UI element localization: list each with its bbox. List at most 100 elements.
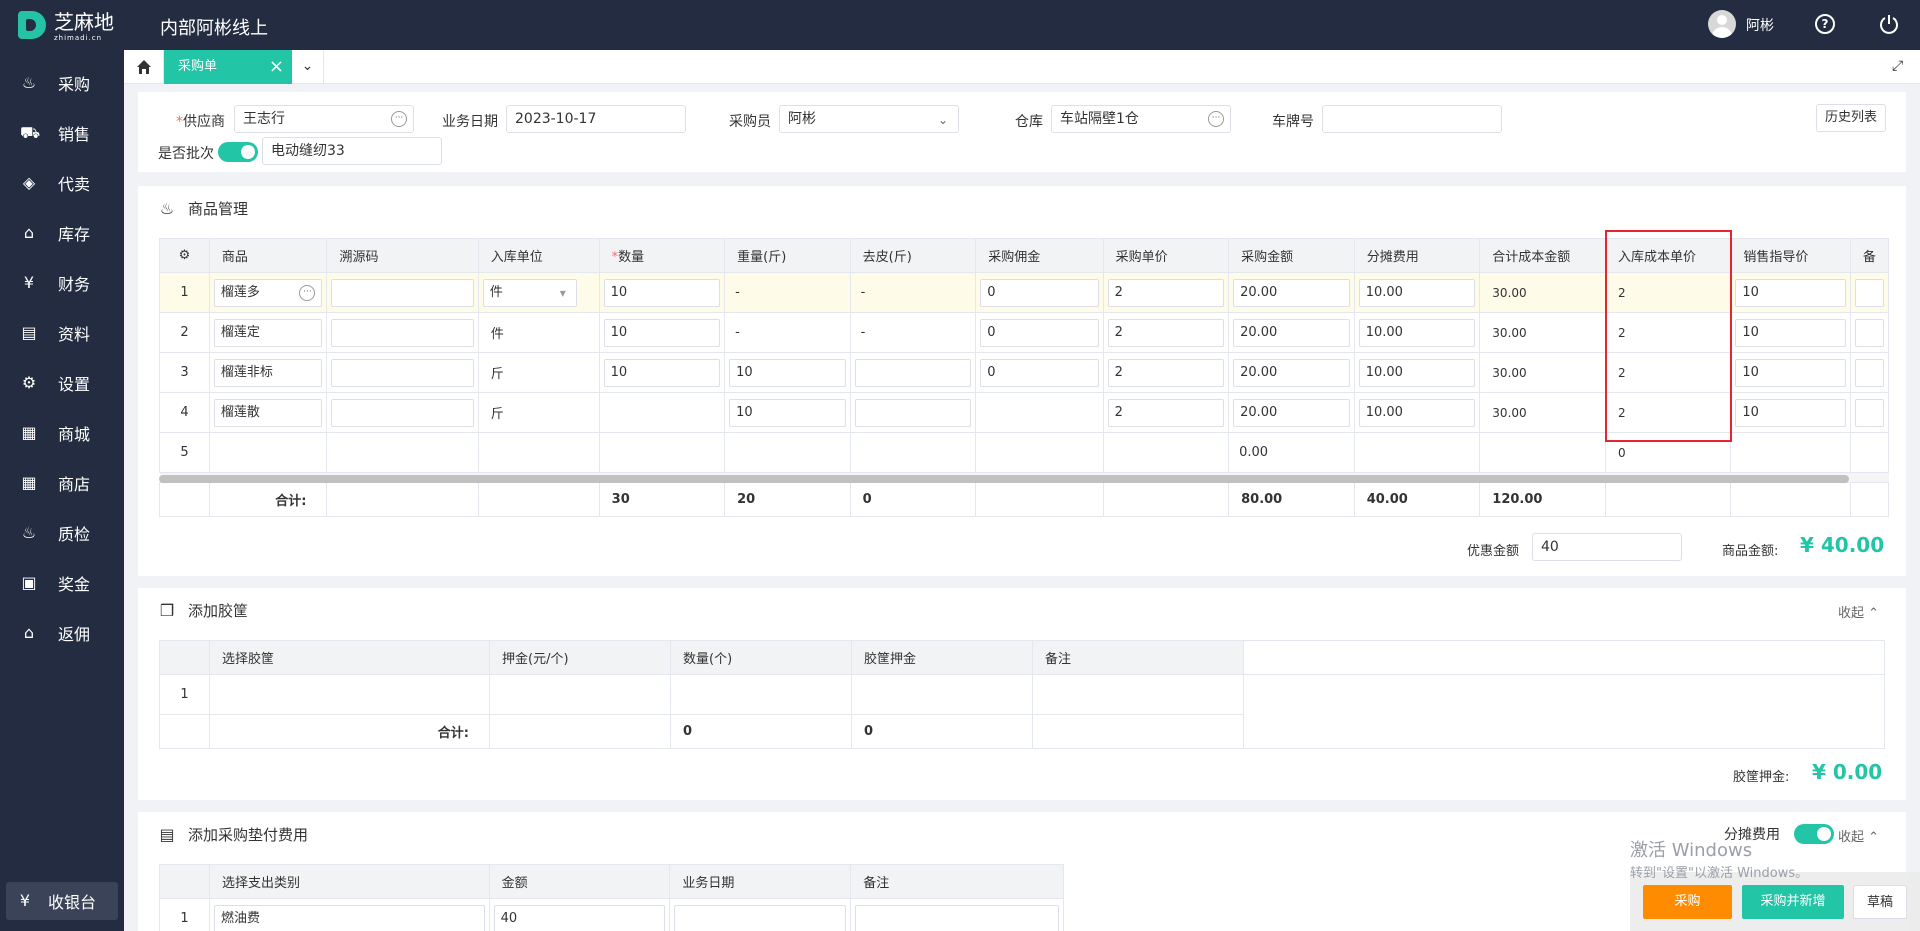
trace-code-field[interactable] bbox=[331, 358, 474, 387]
fee-amount-field[interactable]: 40 bbox=[493, 904, 666, 931]
purchase-button[interactable]: 采购 bbox=[1643, 885, 1732, 919]
trace-code-field[interactable] bbox=[331, 278, 474, 307]
column-header: 选择支出类别 bbox=[208, 864, 490, 899]
share-field[interactable]: 10.00 bbox=[1358, 278, 1476, 307]
sidebar-item-label: 资料 bbox=[58, 325, 91, 344]
share-field[interactable]: 10.00 bbox=[1358, 318, 1476, 347]
draft-button[interactable]: 草稿 bbox=[1853, 885, 1907, 919]
cashier-button[interactable]: ¥ 收银台 bbox=[6, 882, 118, 920]
fee-note-field[interactable] bbox=[855, 904, 1059, 931]
sidebar-item-settings[interactable]: ⚙ 设置 bbox=[0, 358, 124, 408]
column-header: 数量(个) bbox=[670, 640, 852, 675]
column-header: 重量(斤) bbox=[724, 238, 851, 273]
plate-field[interactable] bbox=[1322, 105, 1502, 133]
table-row[interactable]: 1 bbox=[159, 674, 1885, 749]
sidebar-item-data[interactable]: ▤ 资料 bbox=[0, 308, 124, 358]
box-icon: ❒ bbox=[159, 600, 175, 620]
sidebar-item-shop[interactable]: ▦ 商店 bbox=[0, 458, 124, 508]
product-field[interactable]: 榴莲非标 bbox=[213, 358, 323, 387]
amount-field[interactable]: 20.00 bbox=[1233, 358, 1350, 387]
batch-toggle[interactable] bbox=[218, 142, 258, 162]
date-field[interactable]: 2023-10-17 bbox=[506, 105, 686, 133]
sidebar-item-mall[interactable]: ▦ 商城 bbox=[0, 408, 124, 458]
fullscreen-icon[interactable]: ⤢ bbox=[1892, 58, 1908, 74]
table-row[interactable]: 1 燃油费 40 bbox=[159, 898, 1064, 931]
table-settings[interactable]: ⚙ bbox=[159, 238, 210, 273]
horizontal-scrollbar[interactable] bbox=[159, 475, 1849, 483]
amount-field[interactable]: 20.00 bbox=[1233, 278, 1350, 307]
more-icon[interactable]: ··· bbox=[1208, 111, 1224, 127]
expense-category-field[interactable]: 燃油费 bbox=[213, 904, 485, 931]
product-field[interactable]: 榴莲定 bbox=[213, 318, 323, 347]
tag-icon: ◈ bbox=[22, 173, 36, 192]
sidebar-item-stock[interactable]: ⌂ 库存 bbox=[0, 208, 124, 258]
share-fee-toggle[interactable] bbox=[1794, 824, 1834, 844]
sidebar-item-sales[interactable]: ⛟ 销售 bbox=[0, 108, 124, 158]
discount-field[interactable]: 40 bbox=[1532, 533, 1682, 561]
buyer-select[interactable]: 阿彬 ⌄ bbox=[779, 105, 959, 133]
commission-field[interactable]: 0 bbox=[980, 318, 1099, 347]
commission-field[interactable]: 0 bbox=[980, 358, 1099, 387]
tare-field[interactable] bbox=[854, 358, 972, 387]
table-row[interactable]: 3 榴莲非标 斤 10 10 0 2 20.00 10.00 30.00 2 1… bbox=[159, 352, 1890, 393]
user-name[interactable]: 阿彬 bbox=[1746, 15, 1774, 35]
guide-price-field[interactable]: 10 bbox=[1735, 278, 1846, 307]
weight-field[interactable]: 10 bbox=[729, 398, 846, 427]
qty-field[interactable]: 10 bbox=[603, 278, 721, 307]
sidebar-item-purchase[interactable]: ♨ 采购 bbox=[0, 58, 124, 108]
sidebar-item-bonus[interactable]: ▣ 奖金 bbox=[0, 558, 124, 608]
help-icon[interactable]: ? bbox=[1815, 14, 1835, 34]
chevron-down-icon[interactable]: ⌄ bbox=[292, 50, 324, 84]
home-icon[interactable] bbox=[124, 50, 164, 84]
qty-field[interactable]: 10 bbox=[603, 318, 721, 347]
close-icon[interactable]: × bbox=[269, 50, 284, 84]
unit-select[interactable]: 件 ▾ bbox=[482, 278, 577, 307]
sum-row: 合计: 30 20 0 80.00 40.00 120.00 bbox=[159, 482, 1890, 517]
tare-field[interactable] bbox=[854, 398, 972, 427]
table-row[interactable]: 1 榴莲多 ··· 件 ▾ 10 - - 0 2 20.00 10.00 30.00… bbox=[159, 272, 1890, 313]
weight-field[interactable]: 10 bbox=[729, 358, 846, 387]
amount-field[interactable]: 20.00 bbox=[1233, 318, 1350, 347]
warehouse-field[interactable]: 车站隔壁1仓 ··· bbox=[1051, 105, 1231, 133]
table-row[interactable]: 5 0.00 0 bbox=[159, 432, 1890, 473]
tab-purchase-order[interactable]: 采购单 × bbox=[164, 50, 292, 84]
batch-field[interactable]: 电动缝纫33 bbox=[262, 137, 442, 165]
logo[interactable]: 芝麻地 zhimadi.cn bbox=[18, 11, 128, 42]
product-field[interactable]: 榴莲多 ··· bbox=[213, 278, 323, 307]
commission-field[interactable]: 0 bbox=[980, 278, 1099, 307]
sidebar-item-rebate[interactable]: ⌂ 返佣 bbox=[0, 608, 124, 658]
guide-price-field[interactable]: 10 bbox=[1735, 318, 1846, 347]
history-list-button[interactable]: 历史列表 bbox=[1816, 104, 1886, 132]
table-row[interactable]: 2 榴莲定 件 10 - - 0 2 20.00 10.00 30.00 2 1… bbox=[159, 312, 1890, 353]
collapse-toggle[interactable]: 收起 ⌃ bbox=[1838, 826, 1879, 845]
table-row[interactable]: 4 榴莲散 斤 10 2 20.00 10.00 30.00 2 10 bbox=[159, 392, 1890, 433]
fee-date-field[interactable] bbox=[674, 904, 847, 931]
power-icon[interactable] bbox=[1878, 13, 1900, 35]
amount-field[interactable]: 20.00 bbox=[1233, 398, 1350, 427]
gear-icon[interactable]: ⚙ bbox=[179, 248, 191, 263]
price-field[interactable]: 2 bbox=[1107, 318, 1225, 347]
guide-price-field[interactable]: 10 bbox=[1735, 398, 1846, 427]
product-field[interactable]: 榴莲散 bbox=[213, 398, 323, 427]
purchase-and-new-button[interactable]: 采购并新增 bbox=[1742, 885, 1844, 919]
trace-code-field[interactable] bbox=[331, 318, 474, 347]
sidebar-item-finance[interactable]: ¥ 财务 bbox=[0, 258, 124, 308]
price-field[interactable]: 2 bbox=[1107, 358, 1225, 387]
supplier-field[interactable]: 王志行 ··· bbox=[234, 105, 414, 133]
price-field[interactable]: 2 bbox=[1107, 398, 1225, 427]
column-header: 押金(元/个) bbox=[489, 640, 671, 675]
sidebar-item-qc[interactable]: ♨ 质检 bbox=[0, 508, 124, 558]
share-field[interactable]: 10.00 bbox=[1358, 358, 1476, 387]
avatar[interactable] bbox=[1708, 10, 1736, 38]
price-field[interactable]: 2 bbox=[1107, 278, 1225, 307]
column-header: 商品 bbox=[208, 238, 328, 273]
qty-field[interactable]: 10 bbox=[603, 358, 721, 387]
store-icon: ▦ bbox=[21, 423, 37, 442]
more-icon[interactable]: ··· bbox=[299, 284, 316, 301]
sidebar-item-consign[interactable]: ◈ 代卖 bbox=[0, 158, 124, 208]
guide-price-field[interactable]: 10 bbox=[1735, 358, 1846, 387]
collapse-toggle[interactable]: 收起 ⌃ bbox=[1838, 602, 1879, 621]
trace-code-field[interactable] bbox=[331, 398, 474, 427]
more-icon[interactable]: ··· bbox=[391, 111, 407, 127]
share-field[interactable]: 10.00 bbox=[1358, 398, 1476, 427]
